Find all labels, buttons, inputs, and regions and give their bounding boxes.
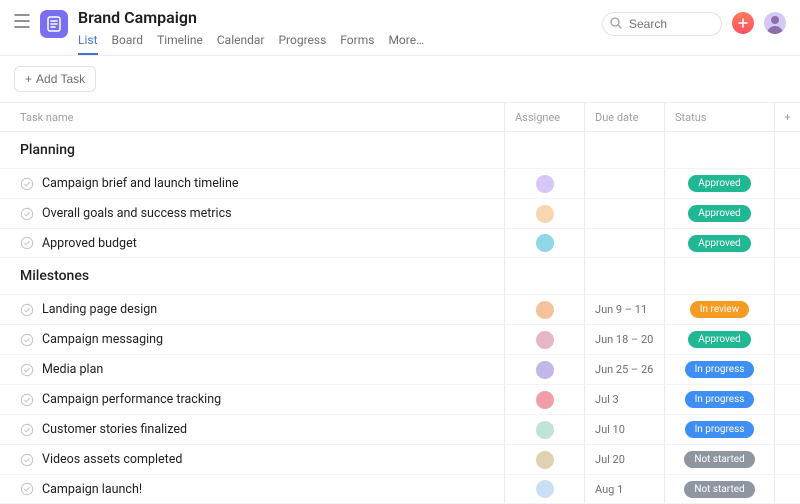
- assignee-avatar[interactable]: [536, 175, 554, 193]
- complete-check-icon[interactable]: [20, 177, 34, 191]
- project-icon: [40, 10, 68, 38]
- trailing-cell: [774, 325, 800, 354]
- assignee-avatar[interactable]: [536, 301, 554, 319]
- assignee-avatar[interactable]: [536, 361, 554, 379]
- avatar-icon: [764, 12, 786, 34]
- status-badge[interactable]: In progress: [685, 361, 755, 378]
- task-row[interactable]: Customer stories finalized Jul 10 In progr…: [0, 414, 800, 444]
- column-due-date[interactable]: Due date: [584, 103, 664, 131]
- status-badge[interactable]: Approved: [688, 235, 750, 252]
- section-title[interactable]: Planning: [0, 142, 504, 158]
- task-name: Landing page design: [42, 302, 157, 317]
- due-date[interactable]: Jun 9 – 11: [584, 295, 664, 324]
- complete-check-icon[interactable]: [20, 363, 34, 377]
- status-badge[interactable]: In review: [690, 301, 749, 318]
- column-assignee[interactable]: Assignee: [504, 103, 584, 131]
- tab-board[interactable]: Board: [112, 33, 144, 55]
- column-status[interactable]: Status: [664, 103, 774, 131]
- task-row[interactable]: Videos assets completed Jul 20 Not started: [0, 444, 800, 474]
- task-row[interactable]: Overall goals and success metrics Approve…: [0, 198, 800, 228]
- due-date[interactable]: Aug 1: [584, 475, 664, 503]
- assignee-avatar[interactable]: [536, 451, 554, 469]
- task-name: Videos assets completed: [42, 452, 182, 467]
- complete-check-icon[interactable]: [20, 236, 34, 250]
- assignee-avatar[interactable]: [536, 480, 554, 498]
- complete-check-icon[interactable]: [20, 333, 34, 347]
- status-badge[interactable]: Not started: [684, 481, 754, 498]
- task-name: Overall goals and success metrics: [42, 206, 232, 221]
- trailing-cell: [774, 355, 800, 384]
- task-row[interactable]: Landing page design Jun 9 – 11 In review: [0, 294, 800, 324]
- complete-check-icon[interactable]: [20, 303, 34, 317]
- plus-small-icon: +: [25, 72, 32, 86]
- add-column-button[interactable]: +: [774, 103, 800, 131]
- tab-list[interactable]: List: [78, 33, 98, 55]
- due-date[interactable]: Jun 18 – 20: [584, 325, 664, 354]
- assignee-avatar[interactable]: [536, 234, 554, 252]
- tab-progress[interactable]: Progress: [278, 33, 326, 55]
- assignee-avatar[interactable]: [536, 421, 554, 439]
- trailing-cell: [774, 415, 800, 444]
- menu-toggle[interactable]: [14, 14, 30, 28]
- task-row[interactable]: Campaign messaging Jun 18 – 20 Approved: [0, 324, 800, 354]
- tab-timeline[interactable]: Timeline: [157, 33, 203, 55]
- task-name: Approved budget: [42, 236, 137, 251]
- task-row[interactable]: Campaign brief and launch timeline Approv…: [0, 168, 800, 198]
- clipboard-icon: [47, 16, 61, 32]
- status-badge[interactable]: Not started: [684, 451, 754, 468]
- trailing-cell: [774, 229, 800, 257]
- complete-check-icon[interactable]: [20, 423, 34, 437]
- task-name: Campaign messaging: [42, 332, 163, 347]
- tab-calendar[interactable]: Calendar: [217, 33, 265, 55]
- trailing-cell: [774, 445, 800, 474]
- search-wrap: [602, 12, 722, 36]
- user-avatar[interactable]: [764, 12, 786, 34]
- status-badge[interactable]: In progress: [685, 391, 755, 408]
- status-badge[interactable]: In progress: [685, 421, 755, 438]
- status-badge[interactable]: Approved: [688, 205, 750, 222]
- column-task-name[interactable]: Task name: [0, 103, 504, 131]
- task-name: Customer stories finalized: [42, 422, 187, 437]
- task-row[interactable]: Media plan Jun 25 – 26 In progress: [0, 354, 800, 384]
- project-title: Brand Campaign: [78, 8, 424, 27]
- task-row[interactable]: Campaign performance tracking Jul 3 In pro…: [0, 384, 800, 414]
- trailing-cell: [774, 199, 800, 228]
- trailing-cell: [774, 295, 800, 324]
- status-badge[interactable]: Approved: [688, 175, 750, 192]
- plus-icon: [738, 18, 748, 28]
- complete-check-icon[interactable]: [20, 482, 34, 496]
- due-date[interactable]: Jul 10: [584, 415, 664, 444]
- column-header-row: Task name Assignee Due date Status +: [0, 102, 800, 132]
- add-task-button[interactable]: + Add Task: [14, 66, 96, 92]
- hamburger-icon: [14, 14, 30, 28]
- task-name: Campaign launch!: [42, 482, 142, 497]
- task-name: Campaign performance tracking: [42, 392, 221, 407]
- add-task-label: Add Task: [36, 72, 85, 86]
- task-name: Media plan: [42, 362, 103, 377]
- global-add-button[interactable]: [732, 12, 754, 34]
- task-row[interactable]: Approved budget Approved: [0, 228, 800, 258]
- due-date[interactable]: [584, 169, 664, 198]
- search-icon: [610, 17, 622, 33]
- status-badge[interactable]: Approved: [688, 331, 750, 348]
- assignee-avatar[interactable]: [536, 205, 554, 223]
- trailing-cell: [774, 475, 800, 503]
- assignee-avatar[interactable]: [536, 331, 554, 349]
- due-date[interactable]: Jul 20: [584, 445, 664, 474]
- complete-check-icon[interactable]: [20, 453, 34, 467]
- section-title[interactable]: Milestones: [0, 268, 504, 284]
- task-name: Campaign brief and launch timeline: [42, 176, 239, 191]
- due-date[interactable]: Jun 25 – 26: [584, 355, 664, 384]
- view-tabs: List Board Timeline Calendar Progress Fo…: [78, 33, 424, 55]
- tab-more[interactable]: More…: [388, 33, 424, 55]
- trailing-cell: [774, 169, 800, 198]
- complete-check-icon[interactable]: [20, 207, 34, 221]
- trailing-cell: [774, 385, 800, 414]
- due-date[interactable]: Jul 3: [584, 385, 664, 414]
- assignee-avatar[interactable]: [536, 391, 554, 409]
- tab-forms[interactable]: Forms: [340, 33, 374, 55]
- due-date[interactable]: [584, 199, 664, 228]
- complete-check-icon[interactable]: [20, 393, 34, 407]
- due-date[interactable]: [584, 229, 664, 257]
